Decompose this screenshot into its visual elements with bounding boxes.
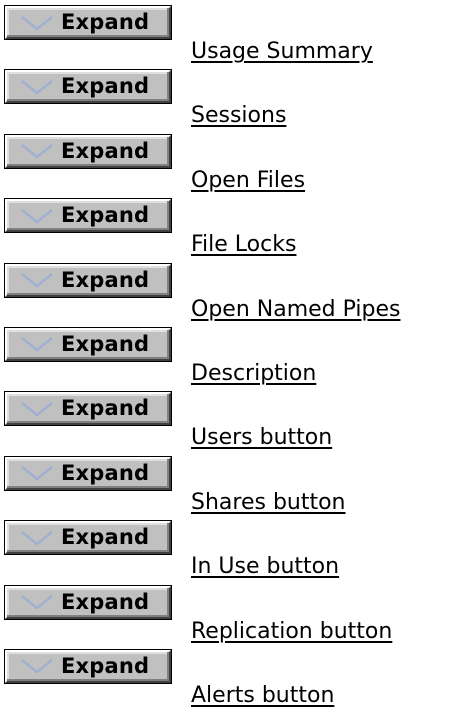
topic-link[interactable]: Description [191,361,316,387]
chevron-down-icon [19,13,55,33]
expand-button[interactable]: Expand [5,70,171,104]
topic-link[interactable]: In Use button [191,554,339,580]
page: { "expand_label": "Expand", "colors": { … [0,0,450,710]
list-item: Expand Replication button [5,585,450,650]
list-item: Expand Open Named Pipes [5,263,450,328]
expand-button[interactable]: Expand [5,199,171,233]
chevron-down-icon [19,334,55,354]
expand-label: Expand [61,589,150,614]
expand-label: Expand [61,74,150,99]
expand-button[interactable]: Expand [5,456,171,490]
chevron-down-icon [19,528,55,548]
expand-label: Expand [61,10,150,34]
list-item: Expand Description [5,327,450,392]
list-item: Expand Open Files [5,134,450,199]
topic-link[interactable]: Alerts button [191,683,334,709]
chevron-down-icon [19,77,55,97]
chevron-down-icon [19,399,55,419]
chevron-down-icon [19,592,55,612]
expand-button[interactable]: Expand [5,392,171,426]
list-item: Expand Users button [5,392,450,456]
expand-label: Expand [61,460,150,485]
chevron-down-icon [19,206,55,226]
list-item: Expand Usage Summary [5,6,450,70]
expand-button[interactable]: Expand [5,263,171,297]
chevron-down-icon [19,656,55,676]
expand-button[interactable]: Expand [5,521,171,555]
list-item: Expand Shares button [5,456,450,521]
topic-link[interactable]: Open Files [191,168,305,194]
topic-link[interactable]: Users button [191,425,332,451]
chevron-down-icon [19,141,55,161]
expand-label: Expand [61,525,150,550]
chevron-down-icon [19,270,55,290]
expand-label: Expand [61,138,150,163]
expand-label: Expand [61,396,150,421]
topic-link[interactable]: Usage Summary [191,39,373,65]
chevron-down-icon [19,463,55,483]
expand-button[interactable]: Expand [5,134,171,168]
list-item: Expand Alerts button [5,649,450,714]
expand-label: Expand [61,653,150,678]
list-item: Expand Sessions [5,70,450,134]
list-item: Expand File Locks [5,199,450,263]
expand-label: Expand [61,331,150,356]
topic-link[interactable]: Replication button [191,619,392,645]
topic-link[interactable]: Shares button [191,490,346,516]
expand-button[interactable]: Expand [5,6,171,39]
expand-button[interactable]: Expand [5,649,171,683]
expand-button[interactable]: Expand [5,327,171,361]
expand-button[interactable]: Expand [5,585,171,619]
topic-link[interactable]: Sessions [191,103,286,129]
expand-label: Expand [61,267,150,292]
list-item: Expand In Use button [5,521,450,585]
topic-list: Expand Usage Summary Expand Sessions Exp… [5,6,450,714]
topic-link[interactable]: File Locks [191,232,296,258]
expand-label: Expand [61,203,150,228]
topic-link[interactable]: Open Named Pipes [191,297,400,323]
